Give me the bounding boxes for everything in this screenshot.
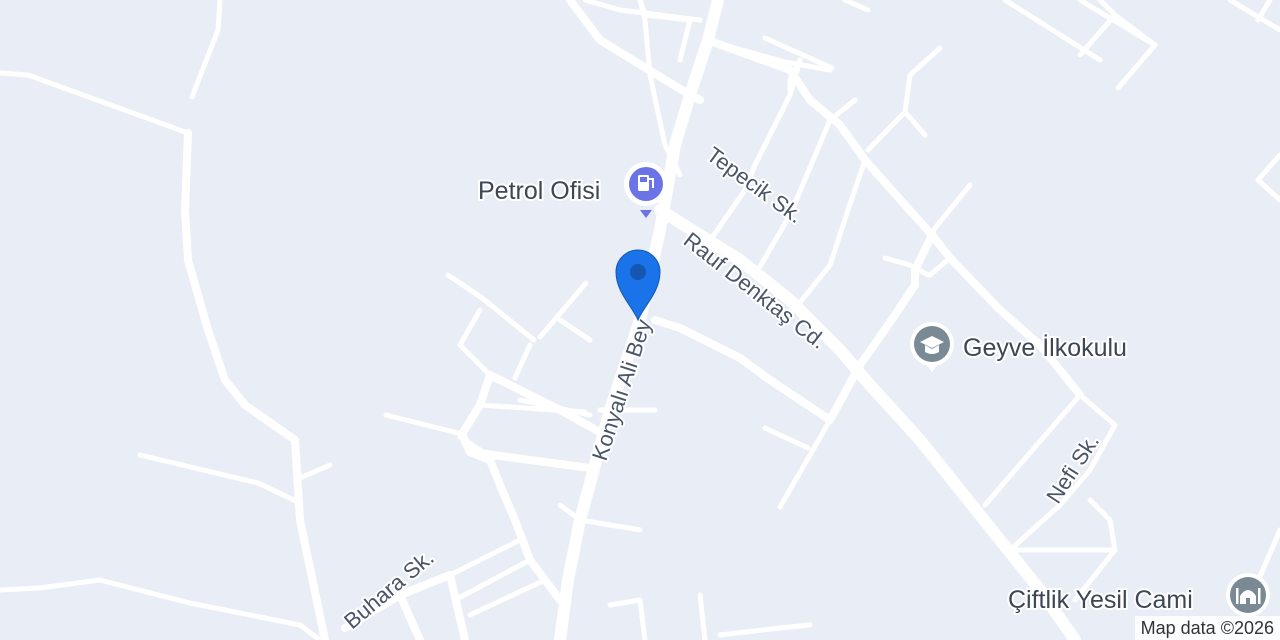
map-attribution: Map data ©2026 xyxy=(1134,616,1280,640)
mosque-icon xyxy=(1226,573,1270,617)
poi-label-petrol-ofisi: Petrol Ofisi xyxy=(478,177,600,205)
map-view[interactable]: Konyalı Ali Bey Tepecik Sk. Rauf Denktaş… xyxy=(0,0,1280,640)
map-canvas[interactable]: Konyalı Ali Bey Tepecik Sk. Rauf Denktaş… xyxy=(0,0,1280,640)
poi-label-geyve-ilkokulu: Geyve İlkokulu xyxy=(963,333,1127,362)
poi-label-ciftlik-yesil-cami: Çiftlik Yesil Cami xyxy=(1008,586,1193,614)
